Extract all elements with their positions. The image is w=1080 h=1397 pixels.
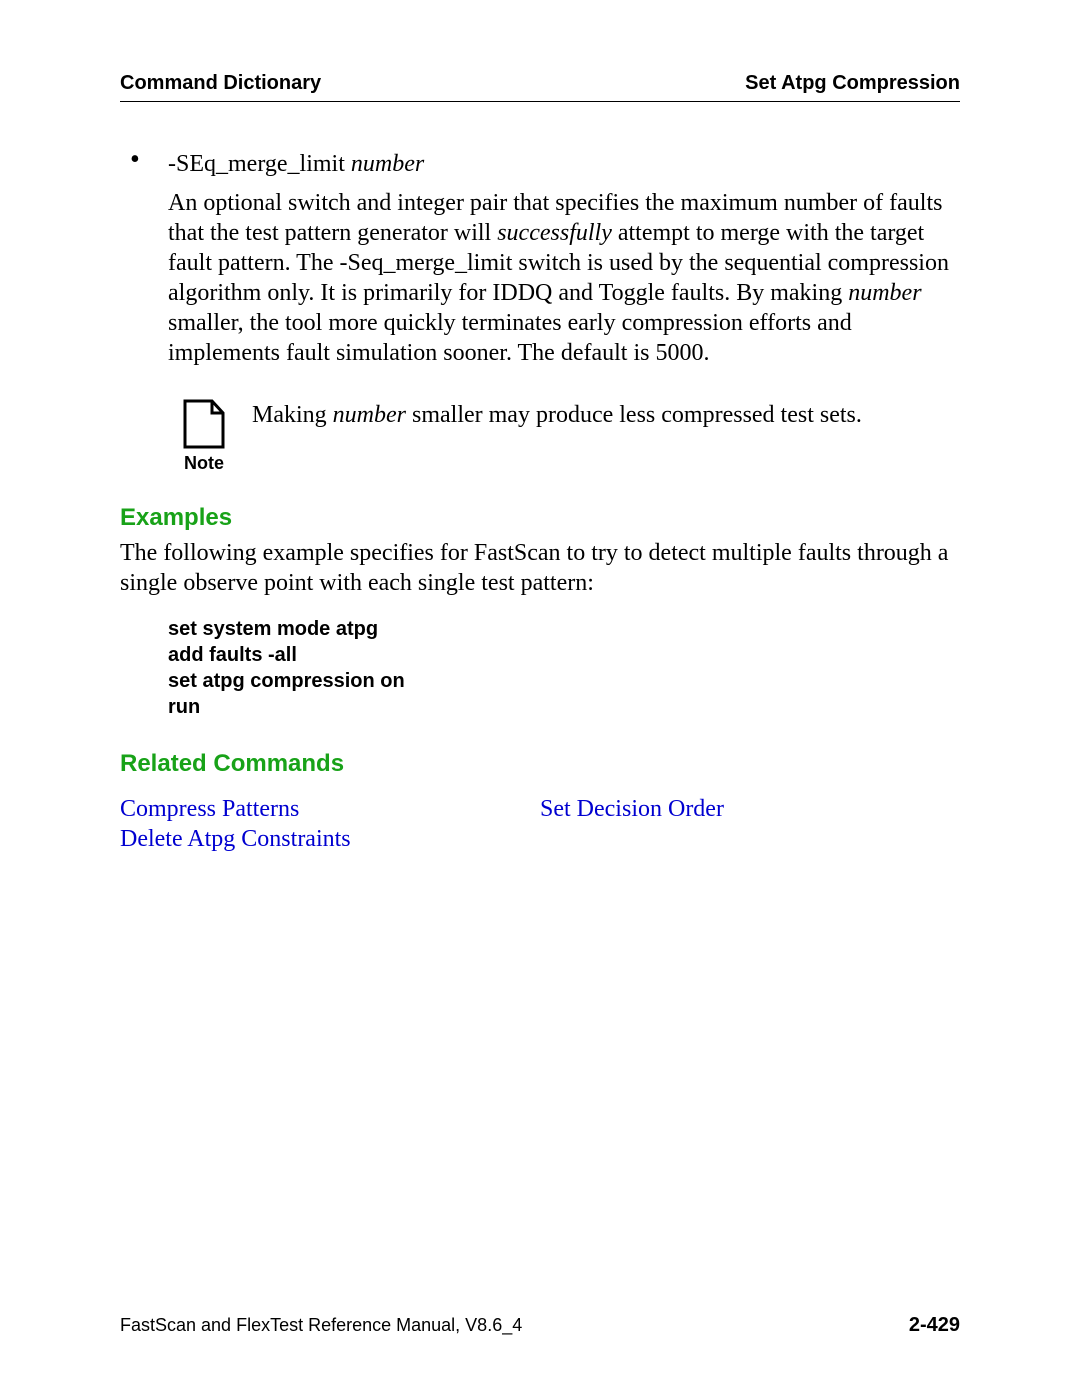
note-icon-column: Note bbox=[168, 398, 240, 474]
related-commands: Compress Patterns Delete Atpg Constraint… bbox=[120, 784, 960, 854]
note-label: Note bbox=[184, 453, 224, 474]
bullet-item: • -SEq_merge_limit number bbox=[120, 148, 960, 180]
link-set-decision-order[interactable]: Set Decision Order bbox=[540, 794, 960, 824]
examples-heading: Examples bbox=[120, 504, 960, 532]
related-col-2: Set Decision Order bbox=[540, 794, 960, 854]
code-block: set system mode atpg add faults -all set… bbox=[120, 598, 960, 734]
para1-em2: number bbox=[848, 280, 921, 306]
link-delete-atpg-constraints[interactable]: Delete Atpg Constraints bbox=[120, 824, 540, 854]
header-right: Set Atpg Compression bbox=[745, 72, 960, 95]
bullet-text: -SEq_merge_limit number bbox=[168, 148, 424, 180]
page: Command Dictionary Set Atpg Compression … bbox=[0, 0, 1080, 1397]
note-t1: Making bbox=[252, 402, 333, 428]
header-left: Command Dictionary bbox=[120, 72, 321, 95]
note-text: Making number smaller may produce less c… bbox=[240, 398, 862, 474]
footer-left: FastScan and FlexTest Reference Manual, … bbox=[120, 1315, 522, 1336]
note-page-icon bbox=[182, 398, 226, 450]
switch-arg: number bbox=[351, 151, 424, 177]
bullet-marker: • bbox=[130, 148, 168, 180]
page-content: • -SEq_merge_limit number An optional sw… bbox=[120, 102, 960, 854]
related-col-1: Compress Patterns Delete Atpg Constraint… bbox=[120, 794, 540, 854]
para1-em1: successfully bbox=[497, 220, 612, 246]
page-header: Command Dictionary Set Atpg Compression bbox=[120, 72, 960, 102]
note-block: Note Making number smaller may produce l… bbox=[120, 398, 960, 474]
note-em: number bbox=[333, 402, 406, 428]
link-compress-patterns[interactable]: Compress Patterns bbox=[120, 794, 540, 824]
related-heading: Related Commands bbox=[120, 750, 960, 778]
note-t2: smaller may produce less compressed test… bbox=[406, 402, 862, 428]
examples-intro: The following example specifies for Fast… bbox=[120, 538, 960, 598]
footer-page-number: 2-429 bbox=[909, 1314, 960, 1337]
page-footer: FastScan and FlexTest Reference Manual, … bbox=[120, 1314, 960, 1337]
switch-name: -SEq_merge_limit bbox=[168, 151, 351, 177]
para1-t3: smaller, the tool more quickly terminate… bbox=[168, 310, 852, 366]
description-paragraph: An optional switch and integer pair that… bbox=[120, 188, 960, 368]
